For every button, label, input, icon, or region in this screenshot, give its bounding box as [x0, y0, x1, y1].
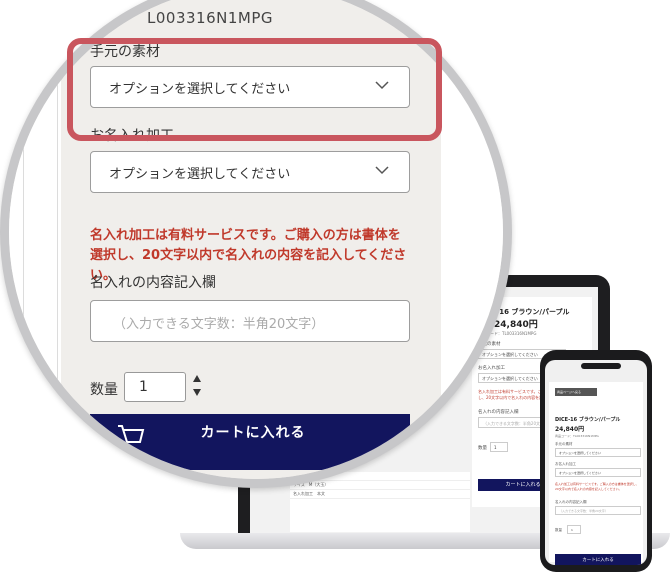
column-divider [57, 0, 58, 479]
price: 24,840円 [555, 426, 585, 433]
phone-product-panel: 商品ページへ戻る DICE-16 ブラウン/パープル 24,840円 商品コード… [549, 382, 643, 565]
spec-row: 名入れ加工 本文 [290, 490, 470, 499]
engraving-label: お名入れ加工 [555, 462, 576, 466]
engraving-text-label: 名入れの内容記入欄 [555, 500, 587, 504]
spec-row: サイズ M（大玉） [290, 481, 470, 490]
engraving-note: 名入れ加工は有料サービスです。ご購入の方は書体を選択し、20文字以内で名入れの内… [555, 482, 639, 491]
back-button[interactable]: 商品ページへ戻る [555, 388, 597, 396]
quantity-label: 数量 [555, 528, 562, 532]
add-to-cart-label: カートに入れる [200, 425, 306, 441]
quantity-label: 数量 [90, 382, 118, 398]
add-to-cart-button[interactable]: カートに入れる [555, 554, 641, 565]
right-column [441, 0, 503, 479]
product-code: L003316N1MPG [147, 9, 273, 27]
quantity-stepper-icon[interactable] [192, 374, 202, 398]
engraving-text-input[interactable]: （入力できる文字数：半角20文字） [555, 506, 641, 515]
product-title: DICE-16 ブラウン/パープル [555, 417, 621, 423]
product-code: 商品コード：TL003316N1MPG [555, 434, 599, 438]
engraving-select-value: オプションを選択してください [109, 167, 291, 182]
quantity-input[interactable]: 1 [567, 525, 581, 534]
chevron-down-icon [375, 166, 389, 175]
phone-notch [581, 363, 621, 369]
engraving-select[interactable]: オプションを選択してください [555, 468, 641, 477]
quantity-input[interactable]: 1 [124, 372, 186, 402]
engraving-text-input[interactable]: （入力できる文字数：半角20文字） [90, 300, 410, 342]
material-select[interactable]: オプションを選択してください [555, 448, 641, 457]
column-divider [23, 0, 24, 479]
material-label: 手元の素材 [555, 442, 573, 446]
engraving-text-label: 名入れの内容記入欄 [90, 275, 216, 291]
engraving-select[interactable]: オプションを選択してください [90, 151, 410, 193]
add-to-cart-button[interactable]: カートに入れる [90, 414, 410, 470]
left-column [9, 0, 61, 479]
phone-screen: 商品ページへ戻る DICE-16 ブラウン/パープル 24,840円 商品コード… [545, 360, 647, 565]
highlight-frame [67, 38, 442, 141]
phone-device: 商品ページへ戻る DICE-16 ブラウン/パープル 24,840円 商品コード… [540, 350, 652, 572]
quantity-value: 1 [139, 379, 148, 395]
engraving-text-placeholder: （入力できる文字数：半角20文字） [113, 317, 325, 332]
product-spec-table: 文字の素材 真鍮 サイズ M（大玉） 名入れ加工 本文 [290, 472, 470, 532]
